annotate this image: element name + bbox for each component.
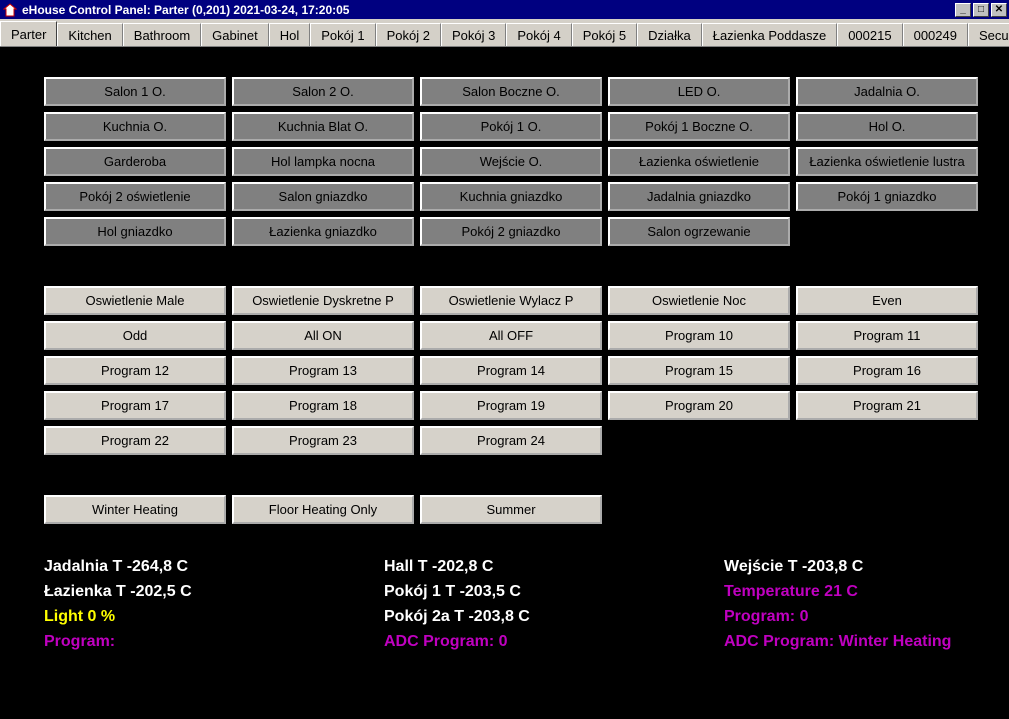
- tab-pok-j-3[interactable]: Pokój 3: [441, 23, 506, 46]
- gray-button[interactable]: Jadalnia O.: [796, 77, 978, 106]
- tab-000215[interactable]: 000215: [837, 23, 902, 46]
- gray-button[interactable]: Pokój 1 gniazdko: [796, 182, 978, 211]
- light-button[interactable]: Program 12: [44, 356, 226, 385]
- tab-pok-j-1[interactable]: Pokój 1: [310, 23, 375, 46]
- light-button[interactable]: Program 14: [420, 356, 602, 385]
- light-button[interactable]: Program 22: [44, 426, 226, 455]
- status-line: Program: 0: [724, 604, 1009, 629]
- tab--azienka-poddasze[interactable]: Łazienka Poddasze: [702, 23, 837, 46]
- light-button[interactable]: Summer: [420, 495, 602, 524]
- gray-button[interactable]: Kuchnia Blat O.: [232, 112, 414, 141]
- gray-button[interactable]: Pokój 2 oświetlenie: [44, 182, 226, 211]
- light-button[interactable]: Program 15: [608, 356, 790, 385]
- gray-button[interactable]: Hol lampka nocna: [232, 147, 414, 176]
- window-titlebar: eHouse Control Panel: Parter (0,201) 202…: [0, 0, 1009, 19]
- status-line: Light 0 %: [44, 604, 384, 629]
- status-line: ADC Program: Winter Heating: [724, 629, 1009, 654]
- status-line: Pokój 1 T -203,5 C: [384, 579, 724, 604]
- light-button[interactable]: All OFF: [420, 321, 602, 350]
- light-button[interactable]: Program 20: [608, 391, 790, 420]
- gray-button[interactable]: Pokój 1 Boczne O.: [608, 112, 790, 141]
- tab-pok-j-4[interactable]: Pokój 4: [506, 23, 571, 46]
- gray-button[interactable]: Salon ogrzewanie: [608, 217, 790, 246]
- gray-button[interactable]: Garderoba: [44, 147, 226, 176]
- close-button[interactable]: ✕: [991, 3, 1007, 17]
- light-button[interactable]: Oswietlenie Male: [44, 286, 226, 315]
- light-button[interactable]: Oswietlenie Noc: [608, 286, 790, 315]
- light-button[interactable]: Program 13: [232, 356, 414, 385]
- minimize-button[interactable]: _: [955, 3, 971, 17]
- tab-bathroom[interactable]: Bathroom: [123, 23, 201, 46]
- main-panel: Salon 1 O.Salon 2 O.Salon Boczne O.LED O…: [0, 47, 1009, 664]
- light-button[interactable]: Program 23: [232, 426, 414, 455]
- tab-kitchen[interactable]: Kitchen: [57, 23, 122, 46]
- gray-button[interactable]: Kuchnia O.: [44, 112, 226, 141]
- light-button[interactable]: Program 10: [608, 321, 790, 350]
- modes-grid: Winter HeatingFloor Heating OnlySummer: [44, 495, 965, 524]
- light-button[interactable]: Winter Heating: [44, 495, 226, 524]
- gray-button[interactable]: Salon Boczne O.: [420, 77, 602, 106]
- light-button[interactable]: All ON: [232, 321, 414, 350]
- tab-pok-j-2[interactable]: Pokój 2: [376, 23, 441, 46]
- status-line: Program:: [44, 629, 384, 654]
- tab-gabinet[interactable]: Gabinet: [201, 23, 269, 46]
- gray-button[interactable]: Salon 1 O.: [44, 77, 226, 106]
- light-button[interactable]: Program 19: [420, 391, 602, 420]
- light-button[interactable]: Program 18: [232, 391, 414, 420]
- status-panel: Jadalnia T -264,8 CŁazienka T -202,5 CLi…: [44, 534, 965, 654]
- status-line: Łazienka T -202,5 C: [44, 579, 384, 604]
- status-col-1: Jadalnia T -264,8 CŁazienka T -202,5 CLi…: [44, 554, 384, 654]
- gray-button[interactable]: Salon 2 O.: [232, 77, 414, 106]
- outputs-grid: Salon 1 O.Salon 2 O.Salon Boczne O.LED O…: [44, 77, 965, 246]
- gray-button[interactable]: Pokój 2 gniazdko: [420, 217, 602, 246]
- tab-dzia-ka[interactable]: Działka: [637, 23, 702, 46]
- status-col-2: Hall T -202,8 CPokój 1 T -203,5 CPokój 2…: [384, 554, 724, 654]
- tab-bar: ParterKitchenBathroomGabinetHolPokój 1Po…: [0, 19, 1009, 47]
- light-button[interactable]: Odd: [44, 321, 226, 350]
- status-col-3: Wejście T -203,8 CTemperature 21 CProgra…: [724, 554, 1009, 654]
- gray-button[interactable]: Salon gniazdko: [232, 182, 414, 211]
- light-button[interactable]: Program 21: [796, 391, 978, 420]
- light-button[interactable]: Program 24: [420, 426, 602, 455]
- status-line: Hall T -202,8 C: [384, 554, 724, 579]
- gray-button[interactable]: Łazienka gniazdko: [232, 217, 414, 246]
- app-icon: [2, 2, 18, 18]
- light-button[interactable]: Oswietlenie Dyskretne P: [232, 286, 414, 315]
- gray-button[interactable]: Łazienka oświetlenie lustra: [796, 147, 978, 176]
- tab-000249[interactable]: 000249: [903, 23, 968, 46]
- gray-button[interactable]: Łazienka oświetlenie: [608, 147, 790, 176]
- status-line: ADC Program: 0: [384, 629, 724, 654]
- window-title: eHouse Control Panel: Parter (0,201) 202…: [22, 3, 955, 17]
- status-line: Pokój 2a T -203,8 C: [384, 604, 724, 629]
- light-button[interactable]: Even: [796, 286, 978, 315]
- gray-button[interactable]: Kuchnia gniazdko: [420, 182, 602, 211]
- status-line: Jadalnia T -264,8 C: [44, 554, 384, 579]
- tab-hol[interactable]: Hol: [269, 23, 311, 46]
- status-line: Wejście T -203,8 C: [724, 554, 1009, 579]
- light-button[interactable]: Program 16: [796, 356, 978, 385]
- gray-button[interactable]: Jadalnia gniazdko: [608, 182, 790, 211]
- gray-button[interactable]: Hol O.: [796, 112, 978, 141]
- maximize-button[interactable]: □: [973, 3, 989, 17]
- light-button[interactable]: Program 17: [44, 391, 226, 420]
- light-button[interactable]: Oswietlenie Wylacz P: [420, 286, 602, 315]
- tab-parter[interactable]: Parter: [0, 21, 57, 46]
- gray-button[interactable]: Wejście O.: [420, 147, 602, 176]
- gray-button[interactable]: Pokój 1 O.: [420, 112, 602, 141]
- light-button[interactable]: Floor Heating Only: [232, 495, 414, 524]
- gray-button[interactable]: LED O.: [608, 77, 790, 106]
- gray-button[interactable]: Hol gniazdko: [44, 217, 226, 246]
- tab-pok-j-5[interactable]: Pokój 5: [572, 23, 637, 46]
- tab-security[interactable]: Security: [968, 23, 1009, 46]
- light-button[interactable]: Program 11: [796, 321, 978, 350]
- programs-grid: Oswietlenie MaleOswietlenie Dyskretne PO…: [44, 286, 965, 455]
- status-line: Temperature 21 C: [724, 579, 1009, 604]
